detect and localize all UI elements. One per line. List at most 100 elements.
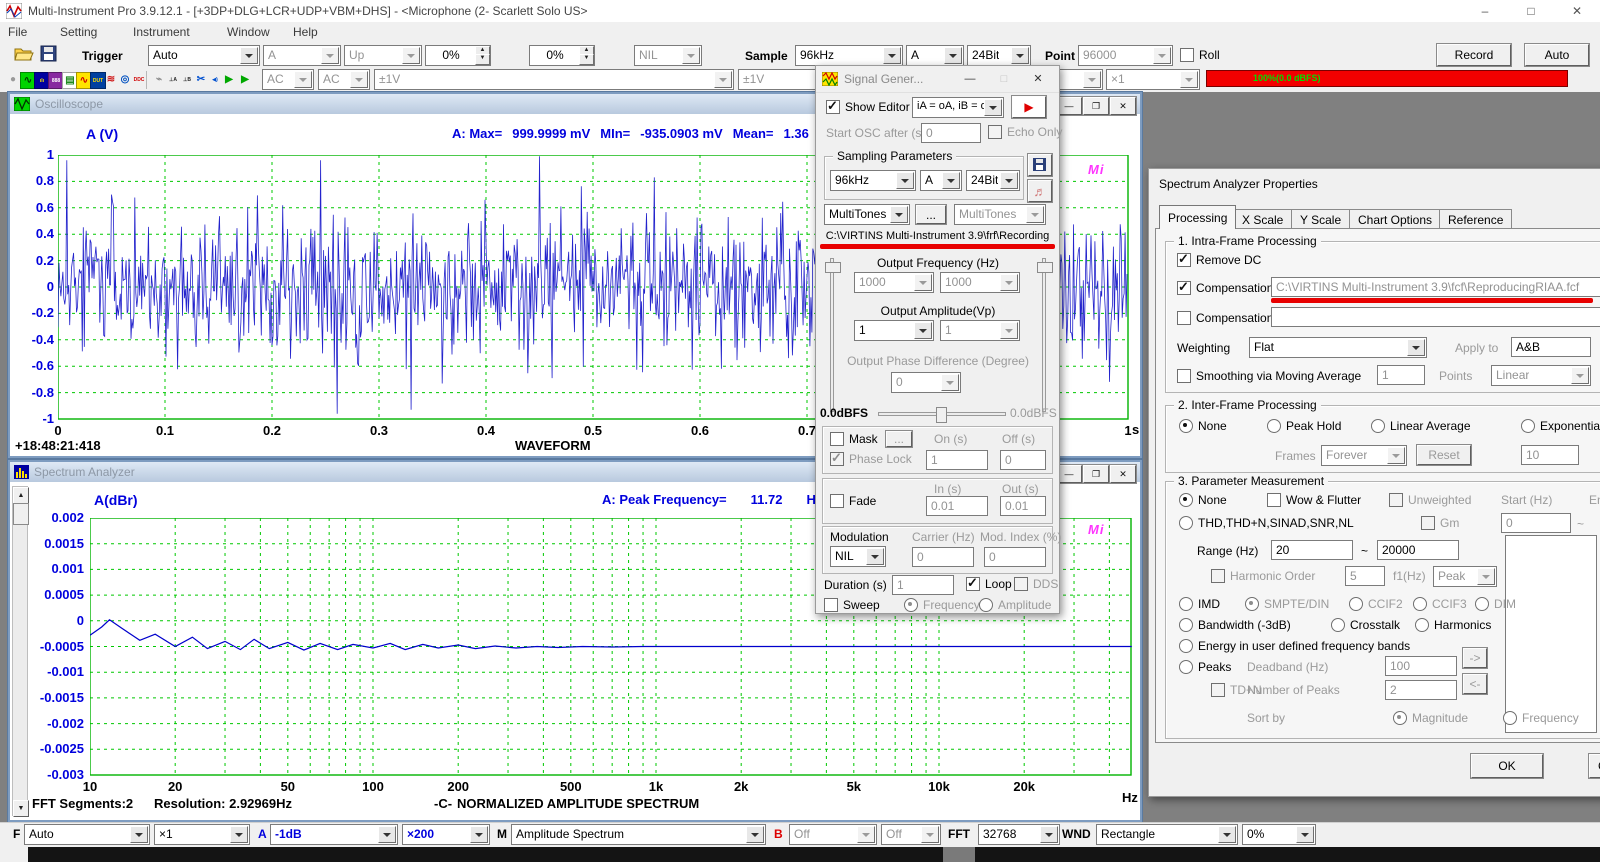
amp-a-slider[interactable]	[830, 258, 834, 412]
sort-frequency-radio[interactable]: Frequency	[1503, 711, 1579, 725]
harmonic-order-checkbox[interactable]: Harmonic Order	[1211, 569, 1315, 583]
reset-button[interactable]: Reset	[1417, 445, 1471, 465]
b-mult-select[interactable]: Off	[881, 824, 941, 845]
a-range-select[interactable]: -1dB	[270, 824, 398, 845]
linear-average-radio[interactable]: Linear Average	[1371, 419, 1471, 433]
fade-out-field[interactable]: 0.01	[1000, 496, 1046, 516]
sweep-amplitude-radio[interactable]: Amplitude	[979, 598, 1051, 612]
deadband-field[interactable]: 100	[1385, 656, 1457, 676]
sweep-checkbox[interactable]: Sweep	[824, 598, 880, 612]
duration-field[interactable]: 1	[892, 575, 954, 595]
dim-radio[interactable]: DIM	[1475, 597, 1516, 611]
window-restore-button[interactable]: ❐	[1083, 465, 1109, 483]
phase-select[interactable]: 0	[891, 372, 961, 393]
amp-b-select[interactable]: 1	[940, 320, 1020, 341]
display-mode-select[interactable]: Amplitude Spectrum	[511, 824, 766, 845]
start-osc-field[interactable]: 0	[921, 123, 981, 143]
maximize-button[interactable]: □	[1508, 0, 1554, 22]
generator-play-button[interactable]: ▶	[1012, 96, 1046, 118]
scroll-up-icon[interactable]: ▲	[13, 487, 29, 504]
scrollbar-thumb[interactable]	[13, 503, 29, 525]
mask-off-field[interactable]: 0	[1000, 450, 1046, 470]
dds-checkbox[interactable]: DDS	[1014, 577, 1058, 591]
add-band-button[interactable]: ->	[1463, 648, 1487, 668]
minimize-button[interactable]: –	[1462, 0, 1508, 22]
calibration-icon[interactable]: ✂	[194, 72, 208, 87]
invert-a-icon[interactable]: ⊥A	[166, 72, 180, 87]
mask-on-field[interactable]: 1	[926, 450, 988, 470]
waveform-a-select[interactable]: MultiTones	[824, 204, 910, 225]
amp-a-select[interactable]: 1	[854, 320, 934, 341]
record-button[interactable]: Record	[1437, 44, 1511, 66]
trigger-delay-spinner[interactable]: 0%▲▼	[529, 45, 595, 66]
fade-checkbox[interactable]: Fade	[830, 494, 876, 508]
ccif2-radio[interactable]: CCIF2	[1349, 597, 1403, 611]
window-restore-button[interactable]: ❐	[1083, 97, 1109, 115]
cancel-button[interactable]: Cancel	[1589, 754, 1600, 778]
carrier-field[interactable]: 0	[912, 547, 974, 567]
remove-dc-checkbox[interactable]: Remove DC	[1177, 253, 1261, 267]
mask-browse-button[interactable]: ...	[886, 431, 912, 447]
pm-none-radio[interactable]: None	[1179, 493, 1227, 507]
energy-bands-radio[interactable]: Energy in user defined frequency bands	[1179, 639, 1410, 653]
sample-rate-select[interactable]: 96kHz	[795, 45, 903, 66]
compensation2-checkbox[interactable]: Compensation 2	[1177, 311, 1283, 325]
amp-b-slider[interactable]	[1042, 258, 1046, 412]
menu-item-file[interactable]: File	[8, 25, 27, 39]
range-lo-field[interactable]: 20	[1271, 540, 1353, 560]
show-editor-checkbox[interactable]: Show Editor	[826, 100, 910, 114]
trigger-level-spinner[interactable]: 0%▲▼	[425, 45, 491, 66]
roll-checkbox[interactable]: Roll	[1180, 48, 1220, 62]
b-range-select[interactable]: Off	[789, 824, 877, 845]
ddc-icon[interactable]: DDC	[132, 72, 146, 87]
window-close-button[interactable]: ✕	[1110, 97, 1136, 115]
wow-flutter-checkbox[interactable]: Wow & Flutter	[1267, 493, 1361, 507]
spin-down-icon[interactable]: ▼	[579, 54, 594, 65]
amp-a-slider-thumb[interactable]	[825, 262, 841, 273]
peaks-radio[interactable]: Peaks	[1179, 660, 1231, 674]
menu-item-instrument[interactable]: Instrument	[133, 25, 190, 39]
unweighted-checkbox[interactable]: Unweighted	[1389, 493, 1471, 507]
peak-hold-radio[interactable]: Peak Hold	[1267, 419, 1341, 433]
smoothing-mode-select[interactable]: Linear	[1491, 365, 1591, 386]
frequency-axis-select[interactable]: Auto	[24, 824, 150, 845]
frames-select[interactable]: Forever	[1321, 445, 1407, 466]
input-probe-icon[interactable]: ⌁	[152, 72, 166, 87]
invert-b-icon[interactable]: ⊥B	[180, 72, 194, 87]
browse-wave-button[interactable]: ...	[916, 205, 946, 224]
freq-b-select[interactable]: 1000	[940, 272, 1020, 293]
tab-x-scale[interactable]: X Scale	[1233, 209, 1292, 229]
save-icon[interactable]	[40, 45, 58, 63]
loop-checkbox[interactable]: Loop	[966, 577, 1012, 591]
point-count-select[interactable]: 96000	[1078, 45, 1173, 66]
balance-slider-thumb[interactable]	[936, 407, 947, 423]
ok-button[interactable]: OK	[1471, 754, 1543, 778]
freq-a-select[interactable]: 1000	[854, 272, 934, 293]
smpte-radio[interactable]: SMPTE/DIN	[1245, 597, 1329, 611]
a-mult-select[interactable]: ×200	[402, 824, 490, 845]
thd-radio[interactable]: THD,THD+N,SINAD,SNR,NL	[1179, 516, 1354, 530]
modulation-select[interactable]: NIL	[830, 546, 886, 567]
trigger-edge-select[interactable]: Up	[344, 45, 422, 66]
frames-count-field[interactable]: 10	[1521, 445, 1579, 465]
harmonic-order-field[interactable]: 5	[1345, 566, 1385, 586]
menu-item-setting[interactable]: Setting	[60, 25, 97, 39]
f1-mode-select[interactable]: Peak	[1433, 566, 1497, 587]
frequency-mult-select[interactable]: ×1	[154, 824, 250, 845]
window-close-button[interactable]: ✕	[1110, 465, 1136, 483]
scroll-down-icon[interactable]: ▼	[13, 800, 29, 817]
window-function-select[interactable]: Rectangle	[1096, 824, 1238, 845]
weighting-select[interactable]: Flat	[1249, 337, 1427, 358]
sweep-frequency-radio[interactable]: Frequency	[904, 598, 980, 612]
mask-checkbox[interactable]: Mask	[830, 432, 878, 446]
compensation1-path-field[interactable]: C:\VIRTINS Multi-Instrument 3.9\fcf\Repr…	[1271, 277, 1600, 297]
imd-radio[interactable]: IMD	[1179, 597, 1220, 611]
editor-mode-select[interactable]: iA = oA, iB = oB	[912, 97, 1004, 118]
interframe-none-radio[interactable]: None	[1179, 419, 1227, 433]
smoothing-checkbox[interactable]: Smoothing via Moving Average	[1177, 369, 1361, 383]
run-loop-icon[interactable]: ▶	[238, 72, 252, 87]
auto-scaling-button[interactable]: Auto	[1525, 44, 1589, 66]
smoothing-points-field[interactable]: 1	[1377, 365, 1425, 385]
range-a-select[interactable]: ±1V	[374, 69, 734, 90]
spectrum-offset-scrollbar[interactable]: ▲ ▼	[12, 486, 28, 816]
